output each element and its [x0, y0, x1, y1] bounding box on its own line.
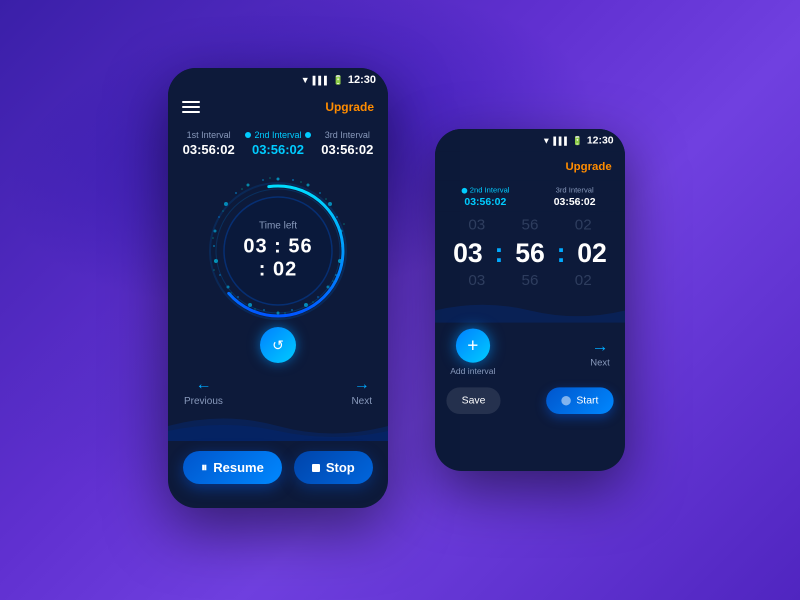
start-dot-icon [561, 396, 571, 406]
stop-label: Stop [326, 460, 355, 475]
previous-button[interactable]: ← Previous [184, 376, 223, 407]
secondary-nav: + Add interval → Next [435, 323, 625, 382]
sec-interval-3[interactable]: 3rd Interval 03:56:02 [530, 186, 619, 208]
status-icons-main: ▼ ▌▌▌ 🔋 [301, 75, 344, 86]
upgrade-button[interactable]: Upgrade [325, 100, 374, 114]
sec-dot-2 [461, 187, 467, 193]
scroll-row-dim-top: 03 56 02 [458, 215, 602, 236]
save-button[interactable]: Save [446, 387, 500, 414]
resume-button[interactable]: ⏸ Resume [183, 451, 282, 484]
nav-buttons: ← Previous → Next [168, 372, 388, 411]
sec-interval-3-time: 03:56:02 [530, 196, 619, 207]
prev-arrow-icon: ← [195, 376, 211, 394]
hours-active: 03 [449, 238, 487, 268]
sec-interval-3-label: 3rd Interval [530, 186, 619, 195]
timer-area: Time left 03 : 56 : 02 ↺ [168, 161, 388, 372]
refresh-button[interactable]: ↺ [260, 327, 296, 363]
interval-2[interactable]: 2nd Interval 03:56:02 [243, 130, 312, 157]
interval-3[interactable]: 3rd Interval 03:56:02 [313, 130, 382, 157]
wave-decoration [168, 411, 388, 441]
refresh-center: ↺ [260, 327, 296, 363]
status-bar-main: ▼ ▌▌▌ 🔋 12:30 [168, 68, 388, 92]
hours-dim-top: 03 [458, 217, 496, 234]
add-interval-button[interactable]: + [456, 329, 490, 363]
pause-icon: ⏸ [201, 460, 207, 475]
add-interval-area: + Add interval [450, 329, 495, 377]
wave-decoration-sec [435, 299, 625, 323]
secondary-actions: Save Start [435, 382, 625, 426]
scroll-row-active[interactable]: 03 : 56 : 02 [449, 236, 611, 270]
battery-icon-sec: 🔋 [572, 135, 583, 145]
secs-dim-top: 02 [564, 217, 602, 234]
signal-icon-sec: ▌▌▌ [553, 136, 569, 145]
colon1: : [495, 238, 504, 268]
time-left-label: Time left [238, 221, 318, 232]
stop-icon [312, 464, 320, 472]
sec-interval-2-time: 03:56:02 [441, 196, 530, 207]
minutes-active: 56 [511, 238, 549, 268]
interval-1-label: 1st Interval [174, 130, 243, 140]
time-display-main: 03 : 56 : 02 [238, 236, 318, 282]
start-label: Start [576, 395, 598, 406]
add-interval-label: Add interval [450, 367, 495, 377]
resume-label: Resume [213, 460, 264, 475]
hours-dim-bottom: 03 [458, 272, 496, 289]
mins-dim-bottom: 56 [511, 272, 549, 289]
colon2: : [557, 238, 566, 268]
timer-inner: Time left 03 : 56 : 02 [238, 221, 318, 282]
stop-button[interactable]: Stop [294, 451, 373, 484]
mins-dim-top: 56 [511, 217, 549, 234]
wifi-icon: ▼ [301, 75, 310, 85]
next-area-secondary[interactable]: → Next [590, 336, 610, 368]
scroll-row-dim-bottom: 03 56 02 [458, 271, 602, 292]
action-buttons-main: ⏸ Resume Stop [168, 441, 388, 498]
timer-circle: Time left 03 : 56 : 02 [198, 171, 358, 331]
status-icons-secondary: ▼ ▌▌▌ 🔋 [542, 135, 583, 145]
signal-icon: ▌▌▌ [313, 76, 330, 85]
interval-2-dot2 [305, 132, 311, 138]
app-header-main: Upgrade [168, 92, 388, 122]
interval-2-label: 2nd Interval [243, 130, 312, 140]
next-label-sec: Next [590, 358, 610, 368]
interval-1[interactable]: 1st Interval 03:56:02 [174, 130, 243, 157]
intervals-row: 1st Interval 03:56:02 2nd Interval 03:56… [168, 122, 388, 161]
refresh-icon: ↺ [272, 337, 284, 354]
secs-dim-bottom: 02 [564, 272, 602, 289]
interval-2-time: 03:56:02 [243, 142, 312, 157]
status-time-secondary: 12:30 [587, 135, 614, 146]
status-bar-secondary: ▼ ▌▌▌ 🔋 12:30 [435, 129, 625, 152]
status-time-main: 12:30 [348, 74, 376, 86]
previous-label: Previous [184, 396, 223, 407]
interval-3-label: 3rd Interval [313, 130, 382, 140]
next-arrow-icon: → [354, 376, 370, 394]
interval-1-time: 03:56:02 [174, 142, 243, 157]
interval-3-time: 03:56:02 [313, 142, 382, 157]
app-header-secondary: Upgrade [435, 152, 625, 181]
menu-button[interactable] [182, 101, 200, 113]
sec-interval-2[interactable]: 2nd Interval 03:56:02 [441, 186, 530, 208]
intervals-row-secondary: 2nd Interval 03:56:02 3rd Interval 03:56… [435, 180, 625, 211]
start-button[interactable]: Start [546, 387, 614, 414]
next-button[interactable]: → Next [351, 376, 372, 407]
wifi-icon-sec: ▼ [542, 136, 550, 146]
next-arrow-sec-icon: → [591, 336, 608, 356]
battery-icon: 🔋 [333, 75, 344, 86]
sec-interval-2-label: 2nd Interval [441, 186, 530, 195]
seconds-active: 02 [573, 238, 611, 268]
interval-2-dot [245, 132, 251, 138]
next-label: Next [351, 396, 372, 407]
scroll-time-picker: 03 56 02 03 : 56 : 02 03 56 02 [435, 212, 625, 296]
upgrade-button-secondary[interactable]: Upgrade [565, 159, 611, 172]
phone-secondary: ▼ ▌▌▌ 🔋 12:30 Upgrade 2nd Interval 03:56… [435, 129, 625, 471]
phone-main: ▼ ▌▌▌ 🔋 12:30 Upgrade 1st Interval 03:56… [168, 68, 388, 508]
